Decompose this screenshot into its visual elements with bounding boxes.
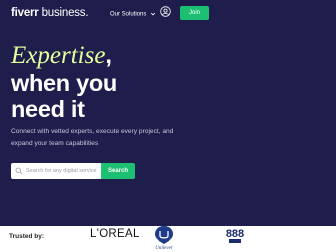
our-solutions-menu[interactable]: Our Solutions	[110, 11, 156, 18]
brand-logo-text: fiverr	[11, 7, 39, 19]
chevron-down-icon	[150, 12, 156, 16]
hero-subtitle: Connect with vetted experts, execute eve…	[11, 128, 174, 147]
hero-section: fiverr business. Our Solutions Join Expe…	[0, 0, 336, 226]
unilever-logo: Unilever	[155, 226, 173, 250]
headline-line-2: when you	[11, 69, 117, 96]
headline-comma: ,	[105, 42, 112, 68]
trusted-by-label: Trusted by:	[9, 233, 45, 240]
fiverr-business-logo[interactable]: fiverr business.	[11, 7, 89, 19]
search-bar: Search	[11, 163, 135, 179]
loreal-logo: L'OREAL	[90, 228, 140, 240]
svg-text:Unilever: Unilever	[155, 246, 173, 250]
our-solutions-label: Our Solutions	[110, 11, 147, 18]
svg-text:888: 888	[226, 228, 244, 240]
888-logo: 888	[226, 228, 244, 243]
search-button[interactable]: Search	[101, 163, 135, 179]
hero-headline: Expertise, when you need it	[11, 42, 117, 123]
headline-accent: Expertise	[11, 42, 106, 69]
headline-line-3: need it	[11, 96, 85, 122]
brand-suffix-text: business.	[38, 7, 89, 19]
search-input[interactable]	[11, 163, 101, 179]
join-button[interactable]: Join	[180, 6, 209, 20]
search-icon	[15, 167, 23, 175]
user-account-icon[interactable]	[160, 6, 171, 17]
